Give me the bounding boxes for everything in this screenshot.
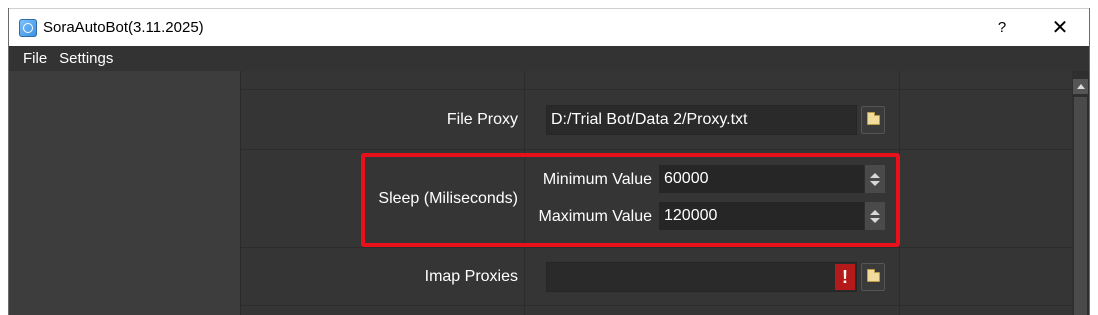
menu-file[interactable]: File bbox=[17, 46, 53, 71]
file-proxy-label: File Proxy bbox=[446, 111, 518, 128]
row-divider bbox=[241, 247, 1072, 248]
close-button[interactable]: ✕ bbox=[1037, 9, 1083, 46]
vertical-scrollbar[interactable] bbox=[1072, 71, 1089, 315]
scroll-up-button[interactable] bbox=[1073, 79, 1088, 94]
imap-proxies-input[interactable] bbox=[546, 262, 857, 292]
title-bar: SoraAutoBot(3.11.2025) ? ✕ bbox=[9, 8, 1089, 46]
folder-icon bbox=[867, 112, 880, 125]
app-icon bbox=[19, 19, 37, 37]
help-button[interactable]: ? bbox=[979, 9, 1025, 46]
app-window: SoraAutoBot(3.11.2025) ? ✕ File Settings… bbox=[8, 8, 1090, 315]
imap-proxies-label: Imap Proxies bbox=[424, 268, 518, 285]
chevron-up-icon bbox=[1076, 84, 1085, 89]
menu-bar: File Settings bbox=[9, 46, 1089, 71]
highlight-annotation bbox=[361, 153, 900, 247]
folder-icon bbox=[867, 269, 880, 282]
row-divider bbox=[241, 305, 1072, 306]
window-title: SoraAutoBot(3.11.2025) bbox=[43, 19, 204, 36]
row-divider bbox=[241, 89, 1072, 90]
imap-proxies-browse-button[interactable] bbox=[861, 263, 885, 291]
row-divider bbox=[241, 149, 1072, 150]
file-proxy-browse-button[interactable] bbox=[861, 106, 885, 134]
scroll-thumb[interactable] bbox=[1074, 97, 1087, 315]
file-proxy-input[interactable]: D:/Trial Bot/Data 2/Proxy.txt bbox=[546, 105, 857, 135]
warning-icon: ! bbox=[835, 264, 855, 290]
menu-settings[interactable]: Settings bbox=[53, 46, 119, 71]
